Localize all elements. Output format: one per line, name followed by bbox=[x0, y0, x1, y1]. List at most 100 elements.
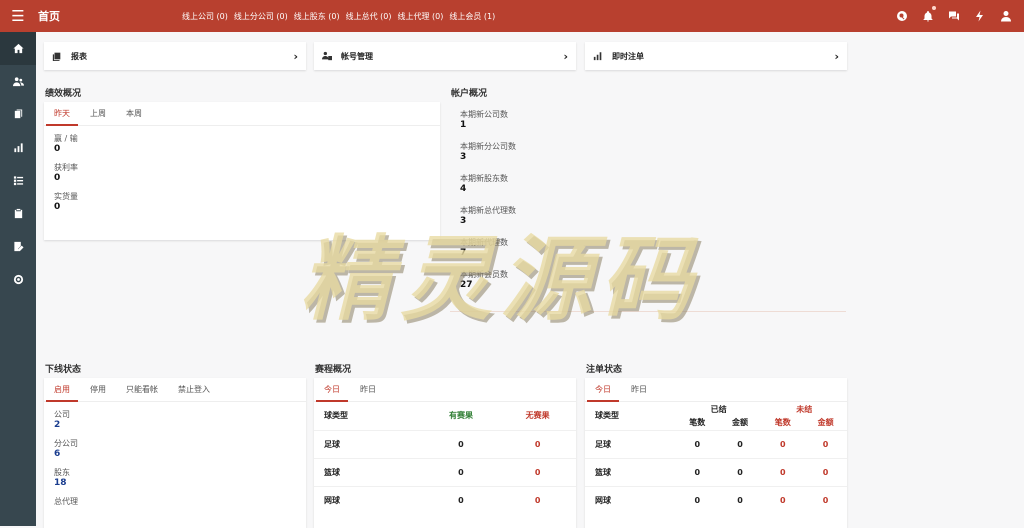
report-icon bbox=[52, 52, 61, 61]
tab-login-banned[interactable]: 禁止登入 bbox=[168, 378, 220, 401]
bet-value: 0 bbox=[780, 495, 786, 505]
stat-shareholder: 线上股东 (0) bbox=[293, 11, 340, 21]
without-result-value: 0 bbox=[534, 467, 541, 477]
matches-table: 球类型 有赛果 无赛果 足球 0 0 篮球 0 0 网球 0 0 bbox=[314, 402, 576, 514]
bets-tabs: 今日 昨日 bbox=[585, 378, 847, 402]
new-members-value: 27 bbox=[460, 280, 473, 290]
tab-yesterday[interactable]: 昨天 bbox=[44, 102, 80, 126]
account-overview-card: 本期新公司数 1 本期新分公司数 3 本期新股东数 4 本期新总代理数 3 本期… bbox=[450, 102, 846, 312]
volume-value: 0 bbox=[54, 202, 61, 212]
branch-label: 分公司 bbox=[54, 439, 78, 448]
chevron-right-icon: › bbox=[293, 49, 298, 63]
sidebar-item-list[interactable] bbox=[0, 164, 36, 197]
table-row: 足球 0 0 bbox=[314, 430, 576, 458]
sidebar-item-copy[interactable] bbox=[0, 98, 36, 131]
tab-today[interactable]: 今日 bbox=[314, 378, 350, 402]
matches-title: 赛程概况 bbox=[315, 365, 352, 375]
with-result-header: 有赛果 bbox=[448, 411, 473, 421]
new-companies-value: 1 bbox=[460, 120, 467, 130]
tab-this-week[interactable]: 本周 bbox=[116, 102, 152, 125]
bell-icon[interactable] bbox=[922, 5, 936, 26]
page-title: 首页 bbox=[38, 10, 60, 23]
top-icons bbox=[896, 0, 1012, 32]
sidebar-item-home[interactable] bbox=[0, 32, 36, 65]
bet-value: 0 bbox=[822, 495, 829, 505]
without-result-value: 0 bbox=[534, 439, 541, 449]
with-result-value: 0 bbox=[458, 495, 464, 505]
quick-link-live-bets[interactable]: 即时注单 › bbox=[585, 42, 847, 70]
sport-name: 网球 bbox=[324, 495, 340, 505]
bets-title: 注单状态 bbox=[586, 365, 623, 375]
divider bbox=[450, 311, 846, 312]
tab-enabled[interactable]: 启用 bbox=[44, 378, 80, 402]
search-icon[interactable] bbox=[896, 10, 908, 22]
menu-icon[interactable]: ☰ bbox=[0, 0, 36, 32]
sidebar-item-clipboard[interactable] bbox=[0, 197, 36, 230]
chat-icon[interactable] bbox=[948, 10, 960, 22]
bet-value: 0 bbox=[822, 467, 829, 477]
bet-value: 0 bbox=[737, 439, 743, 449]
account-overview-title: 帐户概况 bbox=[451, 89, 488, 99]
settled-amount-header: 金额 bbox=[732, 418, 749, 428]
chart-icon bbox=[13, 143, 23, 153]
unsettled-count-header: 笔数 bbox=[774, 418, 791, 428]
sidebar-item-chart[interactable] bbox=[0, 131, 36, 164]
stat-general-agent: 线上总代 (0) bbox=[345, 11, 392, 21]
sport-header: 球类型 bbox=[324, 411, 348, 421]
shareholder-value: 18 bbox=[54, 478, 67, 488]
new-shareholders-value: 4 bbox=[460, 184, 467, 194]
sport-name: 篮球 bbox=[595, 467, 611, 477]
tab-today[interactable]: 今日 bbox=[585, 378, 621, 402]
company-value: 2 bbox=[54, 420, 61, 430]
bar-chart-icon bbox=[593, 52, 602, 61]
table-group-header: 球类型 已结 未结 bbox=[585, 402, 847, 421]
tab-view-only[interactable]: 只能看帐 bbox=[116, 378, 168, 401]
bet-value: 0 bbox=[780, 467, 786, 477]
bolt-icon[interactable] bbox=[974, 10, 986, 22]
table-row: 篮球 0 0 bbox=[314, 458, 576, 486]
online-stats: 线上公司 (0) 线上分公司 (0) 线上股东 (0) 线上总代 (0) 线上代… bbox=[182, 11, 495, 22]
chevron-right-icon: › bbox=[834, 49, 839, 63]
home-icon bbox=[12, 43, 24, 54]
matches-card: 今日 昨日 球类型 有赛果 无赛果 足球 0 0 篮球 0 0 网球 0 0 bbox=[314, 378, 576, 528]
tab-yesterday[interactable]: 昨日 bbox=[350, 378, 386, 401]
downline-title: 下线状态 bbox=[45, 365, 82, 375]
bet-value: 0 bbox=[737, 467, 743, 477]
tab-disabled[interactable]: 停用 bbox=[80, 378, 116, 401]
stat-member: 线上会员 (1) bbox=[449, 11, 496, 21]
sport-name: 篮球 bbox=[324, 467, 340, 477]
new-branches-value: 3 bbox=[460, 152, 467, 162]
tab-yesterday[interactable]: 昨日 bbox=[621, 378, 657, 401]
new-agents-value: 7 bbox=[460, 248, 467, 258]
sport-name: 网球 bbox=[595, 495, 611, 505]
table-header: 球类型 有赛果 无赛果 bbox=[314, 402, 576, 430]
tab-last-week[interactable]: 上周 bbox=[80, 102, 116, 125]
without-result-value: 0 bbox=[534, 495, 541, 505]
sidebar-item-settings[interactable] bbox=[0, 263, 36, 296]
quick-link-label: 帐号管理 bbox=[341, 51, 373, 61]
settings-icon bbox=[13, 274, 23, 285]
profit-rate-label: 获利率 bbox=[54, 163, 78, 172]
new-members-label: 本期新会员数 bbox=[460, 270, 508, 279]
quick-link-label: 即时注单 bbox=[612, 51, 644, 61]
bets-card: 今日 昨日 球类型 已结 未结 笔数 金额 笔数 金额 足球 0 0 0 0 篮… bbox=[585, 378, 847, 528]
sport-name: 足球 bbox=[324, 439, 340, 449]
performance-list: 赢 / 输 0 获利率 0 实货量 0 bbox=[44, 134, 440, 213]
new-agents-label: 本期新代理数 bbox=[460, 238, 508, 247]
sidebar-item-edit[interactable] bbox=[0, 230, 36, 263]
user-icon[interactable] bbox=[1000, 10, 1012, 22]
with-result-value: 0 bbox=[458, 467, 464, 477]
win-loss-value: 0 bbox=[54, 144, 61, 154]
stat-branch: 线上分公司 (0) bbox=[233, 11, 288, 21]
table-row: 网球 0 0 bbox=[314, 486, 576, 514]
copy-icon bbox=[14, 109, 22, 119]
quick-link-reports[interactable]: 报表 › bbox=[44, 42, 306, 70]
settled-count-header: 笔数 bbox=[689, 418, 706, 428]
new-general-agents-label: 本期新总代理数 bbox=[460, 206, 516, 215]
quick-link-accounts[interactable]: 帐号管理 › bbox=[314, 42, 576, 70]
sidebar-item-users[interactable] bbox=[0, 65, 36, 98]
with-result-value: 0 bbox=[458, 439, 464, 449]
performance-tabs: 昨天 上周 本周 bbox=[44, 102, 440, 126]
company-label: 公司 bbox=[54, 410, 70, 419]
stat-company: 线上公司 (0) bbox=[182, 11, 228, 21]
